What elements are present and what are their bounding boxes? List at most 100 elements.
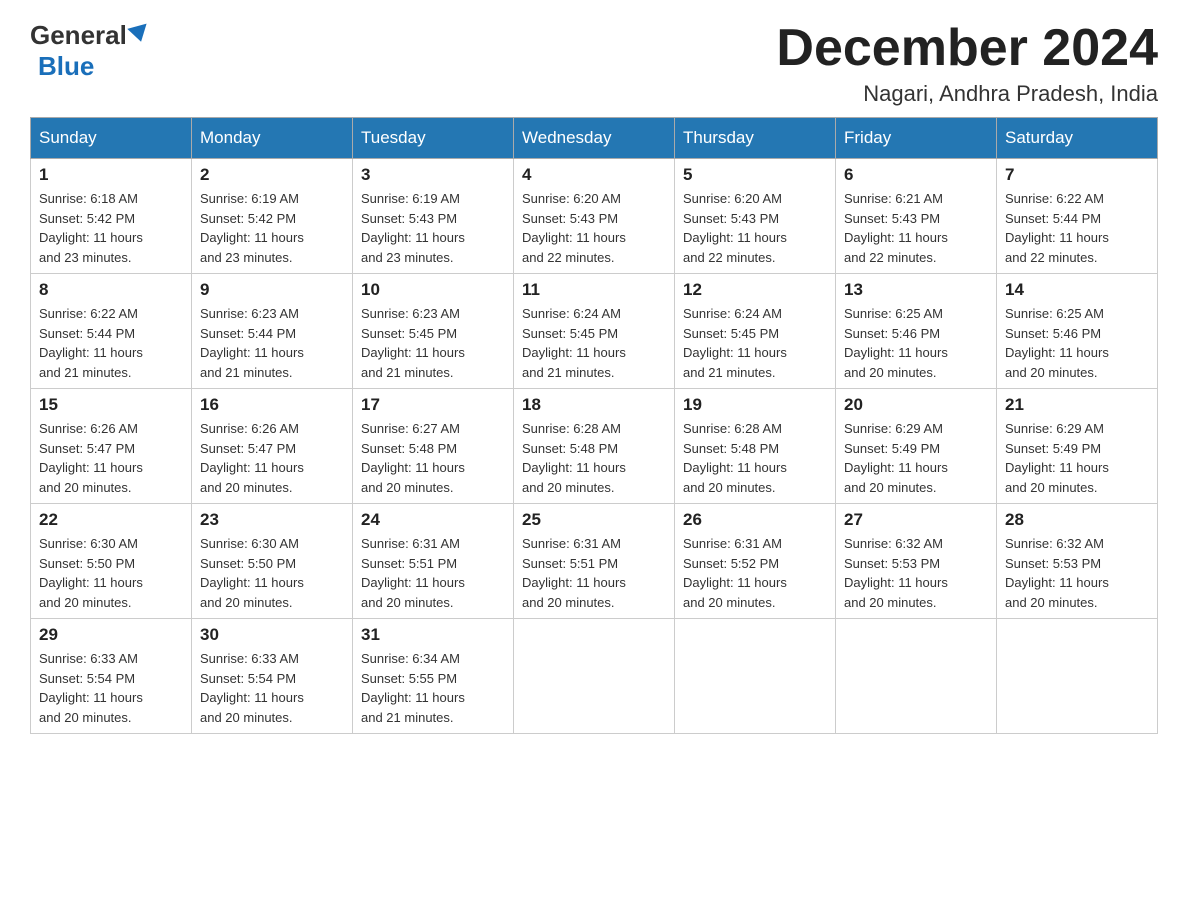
logo-triangle-icon xyxy=(127,23,150,44)
day-number: 9 xyxy=(200,280,344,300)
day-info: Sunrise: 6:22 AMSunset: 5:44 PMDaylight:… xyxy=(1005,191,1109,265)
cell-week5-day3 xyxy=(514,619,675,734)
day-info: Sunrise: 6:19 AMSunset: 5:43 PMDaylight:… xyxy=(361,191,465,265)
day-number: 27 xyxy=(844,510,988,530)
cell-week5-day0: 29 Sunrise: 6:33 AMSunset: 5:54 PMDaylig… xyxy=(31,619,192,734)
cell-week4-day6: 28 Sunrise: 6:32 AMSunset: 5:53 PMDaylig… xyxy=(997,504,1158,619)
cell-week2-day5: 13 Sunrise: 6:25 AMSunset: 5:46 PMDaylig… xyxy=(836,274,997,389)
header-thursday: Thursday xyxy=(675,118,836,159)
week-row-2: 8 Sunrise: 6:22 AMSunset: 5:44 PMDayligh… xyxy=(31,274,1158,389)
cell-week4-day2: 24 Sunrise: 6:31 AMSunset: 5:51 PMDaylig… xyxy=(353,504,514,619)
title-section: December 2024 Nagari, Andhra Pradesh, In… xyxy=(776,20,1158,107)
header-sunday: Sunday xyxy=(31,118,192,159)
header-friday: Friday xyxy=(836,118,997,159)
day-number: 6 xyxy=(844,165,988,185)
header-wednesday: Wednesday xyxy=(514,118,675,159)
header-monday: Monday xyxy=(192,118,353,159)
day-info: Sunrise: 6:27 AMSunset: 5:48 PMDaylight:… xyxy=(361,421,465,495)
cell-week5-day4 xyxy=(675,619,836,734)
day-number: 12 xyxy=(683,280,827,300)
day-info: Sunrise: 6:26 AMSunset: 5:47 PMDaylight:… xyxy=(200,421,304,495)
cell-week3-day2: 17 Sunrise: 6:27 AMSunset: 5:48 PMDaylig… xyxy=(353,389,514,504)
day-number: 26 xyxy=(683,510,827,530)
logo-general-text: General xyxy=(30,20,127,51)
day-info: Sunrise: 6:31 AMSunset: 5:52 PMDaylight:… xyxy=(683,536,787,610)
day-number: 20 xyxy=(844,395,988,415)
cell-week1-day5: 6 Sunrise: 6:21 AMSunset: 5:43 PMDayligh… xyxy=(836,159,997,274)
day-number: 15 xyxy=(39,395,183,415)
cell-week2-day6: 14 Sunrise: 6:25 AMSunset: 5:46 PMDaylig… xyxy=(997,274,1158,389)
cell-week3-day1: 16 Sunrise: 6:26 AMSunset: 5:47 PMDaylig… xyxy=(192,389,353,504)
cell-week1-day0: 1 Sunrise: 6:18 AMSunset: 5:42 PMDayligh… xyxy=(31,159,192,274)
header-tuesday: Tuesday xyxy=(353,118,514,159)
day-info: Sunrise: 6:22 AMSunset: 5:44 PMDaylight:… xyxy=(39,306,143,380)
day-info: Sunrise: 6:30 AMSunset: 5:50 PMDaylight:… xyxy=(200,536,304,610)
day-info: Sunrise: 6:23 AMSunset: 5:44 PMDaylight:… xyxy=(200,306,304,380)
day-number: 16 xyxy=(200,395,344,415)
day-info: Sunrise: 6:29 AMSunset: 5:49 PMDaylight:… xyxy=(1005,421,1109,495)
location-title: Nagari, Andhra Pradesh, India xyxy=(776,81,1158,107)
month-title: December 2024 xyxy=(776,20,1158,77)
day-info: Sunrise: 6:26 AMSunset: 5:47 PMDaylight:… xyxy=(39,421,143,495)
cell-week3-day6: 21 Sunrise: 6:29 AMSunset: 5:49 PMDaylig… xyxy=(997,389,1158,504)
cell-week2-day4: 12 Sunrise: 6:24 AMSunset: 5:45 PMDaylig… xyxy=(675,274,836,389)
cell-week5-day5 xyxy=(836,619,997,734)
cell-week5-day2: 31 Sunrise: 6:34 AMSunset: 5:55 PMDaylig… xyxy=(353,619,514,734)
logo-blue-text: Blue xyxy=(38,51,94,81)
cell-week2-day2: 10 Sunrise: 6:23 AMSunset: 5:45 PMDaylig… xyxy=(353,274,514,389)
cell-week2-day0: 8 Sunrise: 6:22 AMSunset: 5:44 PMDayligh… xyxy=(31,274,192,389)
cell-week3-day0: 15 Sunrise: 6:26 AMSunset: 5:47 PMDaylig… xyxy=(31,389,192,504)
cell-week4-day0: 22 Sunrise: 6:30 AMSunset: 5:50 PMDaylig… xyxy=(31,504,192,619)
day-number: 21 xyxy=(1005,395,1149,415)
day-info: Sunrise: 6:33 AMSunset: 5:54 PMDaylight:… xyxy=(200,651,304,725)
cell-week2-day1: 9 Sunrise: 6:23 AMSunset: 5:44 PMDayligh… xyxy=(192,274,353,389)
day-info: Sunrise: 6:24 AMSunset: 5:45 PMDaylight:… xyxy=(683,306,787,380)
day-info: Sunrise: 6:29 AMSunset: 5:49 PMDaylight:… xyxy=(844,421,948,495)
day-number: 31 xyxy=(361,625,505,645)
cell-week1-day6: 7 Sunrise: 6:22 AMSunset: 5:44 PMDayligh… xyxy=(997,159,1158,274)
day-info: Sunrise: 6:33 AMSunset: 5:54 PMDaylight:… xyxy=(39,651,143,725)
day-number: 17 xyxy=(361,395,505,415)
day-number: 23 xyxy=(200,510,344,530)
week-row-4: 22 Sunrise: 6:30 AMSunset: 5:50 PMDaylig… xyxy=(31,504,1158,619)
day-info: Sunrise: 6:31 AMSunset: 5:51 PMDaylight:… xyxy=(522,536,626,610)
day-info: Sunrise: 6:28 AMSunset: 5:48 PMDaylight:… xyxy=(683,421,787,495)
page-header: General Blue December 2024 Nagari, Andhr… xyxy=(30,20,1158,107)
day-info: Sunrise: 6:32 AMSunset: 5:53 PMDaylight:… xyxy=(1005,536,1109,610)
day-number: 2 xyxy=(200,165,344,185)
day-info: Sunrise: 6:19 AMSunset: 5:42 PMDaylight:… xyxy=(200,191,304,265)
cell-week3-day3: 18 Sunrise: 6:28 AMSunset: 5:48 PMDaylig… xyxy=(514,389,675,504)
day-info: Sunrise: 6:31 AMSunset: 5:51 PMDaylight:… xyxy=(361,536,465,610)
day-info: Sunrise: 6:23 AMSunset: 5:45 PMDaylight:… xyxy=(361,306,465,380)
cell-week4-day1: 23 Sunrise: 6:30 AMSunset: 5:50 PMDaylig… xyxy=(192,504,353,619)
cell-week5-day1: 30 Sunrise: 6:33 AMSunset: 5:54 PMDaylig… xyxy=(192,619,353,734)
day-info: Sunrise: 6:28 AMSunset: 5:48 PMDaylight:… xyxy=(522,421,626,495)
week-row-1: 1 Sunrise: 6:18 AMSunset: 5:42 PMDayligh… xyxy=(31,159,1158,274)
day-info: Sunrise: 6:25 AMSunset: 5:46 PMDaylight:… xyxy=(844,306,948,380)
day-info: Sunrise: 6:21 AMSunset: 5:43 PMDaylight:… xyxy=(844,191,948,265)
day-info: Sunrise: 6:20 AMSunset: 5:43 PMDaylight:… xyxy=(683,191,787,265)
day-number: 18 xyxy=(522,395,666,415)
day-info: Sunrise: 6:24 AMSunset: 5:45 PMDaylight:… xyxy=(522,306,626,380)
day-info: Sunrise: 6:32 AMSunset: 5:53 PMDaylight:… xyxy=(844,536,948,610)
day-number: 3 xyxy=(361,165,505,185)
day-info: Sunrise: 6:34 AMSunset: 5:55 PMDaylight:… xyxy=(361,651,465,725)
day-number: 11 xyxy=(522,280,666,300)
day-number: 13 xyxy=(844,280,988,300)
day-number: 22 xyxy=(39,510,183,530)
day-number: 19 xyxy=(683,395,827,415)
cell-week2-day3: 11 Sunrise: 6:24 AMSunset: 5:45 PMDaylig… xyxy=(514,274,675,389)
day-info: Sunrise: 6:20 AMSunset: 5:43 PMDaylight:… xyxy=(522,191,626,265)
day-info: Sunrise: 6:25 AMSunset: 5:46 PMDaylight:… xyxy=(1005,306,1109,380)
calendar-table: Sunday Monday Tuesday Wednesday Thursday… xyxy=(30,117,1158,734)
cell-week1-day2: 3 Sunrise: 6:19 AMSunset: 5:43 PMDayligh… xyxy=(353,159,514,274)
day-number: 1 xyxy=(39,165,183,185)
week-row-5: 29 Sunrise: 6:33 AMSunset: 5:54 PMDaylig… xyxy=(31,619,1158,734)
day-number: 30 xyxy=(200,625,344,645)
weekday-header-row: Sunday Monday Tuesday Wednesday Thursday… xyxy=(31,118,1158,159)
cell-week4-day3: 25 Sunrise: 6:31 AMSunset: 5:51 PMDaylig… xyxy=(514,504,675,619)
cell-week1-day3: 4 Sunrise: 6:20 AMSunset: 5:43 PMDayligh… xyxy=(514,159,675,274)
cell-week3-day4: 19 Sunrise: 6:28 AMSunset: 5:48 PMDaylig… xyxy=(675,389,836,504)
day-info: Sunrise: 6:18 AMSunset: 5:42 PMDaylight:… xyxy=(39,191,143,265)
day-number: 29 xyxy=(39,625,183,645)
